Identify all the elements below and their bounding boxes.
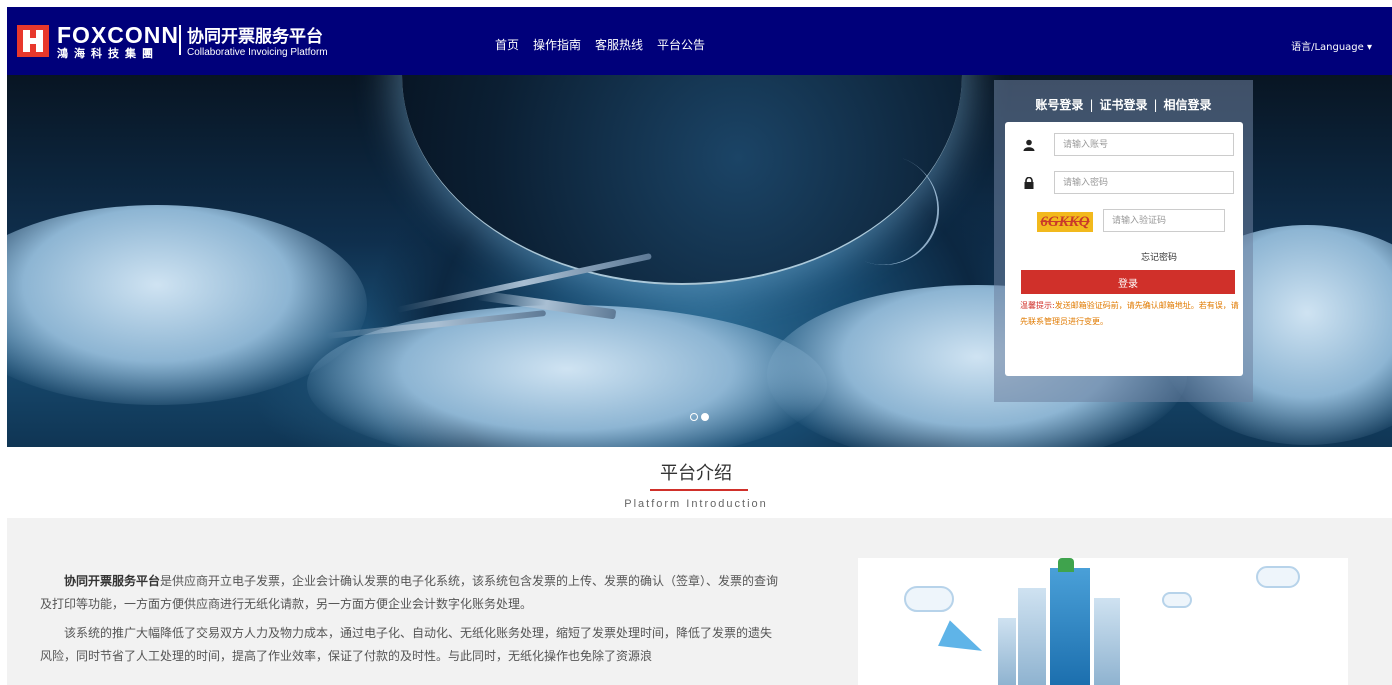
captcha-row: 6GKKQ xyxy=(1005,209,1243,233)
intro-paragraph-1: 协同开票服务平台是供应商开立电子发票，企业会计确认发票的电子化系统，该系统包含发… xyxy=(40,570,780,616)
user-icon xyxy=(1023,139,1035,151)
nav-hotline[interactable]: 客服热线 xyxy=(595,36,643,53)
language-selector[interactable]: 语言/Language ▾ xyxy=(1291,38,1372,53)
foxconn-logo[interactable]: FOXCONN 鴻海科技集團 协同开票服务平台 Collaborative In… xyxy=(17,22,347,60)
foxconn-h-icon xyxy=(17,25,49,57)
tab-account-login[interactable]: 账号登录 xyxy=(1035,98,1083,112)
login-notice: 温馨提示:发送邮箱验证码前，请先确认邮箱地址。若有误，请先联系管理员进行变更。 xyxy=(1020,298,1242,330)
login-tabs: 账号登录 | 证书登录 | 相信登录 xyxy=(994,96,1253,113)
forgot-password-link[interactable]: 忘记密码 xyxy=(1005,250,1243,263)
cloud-icon xyxy=(904,586,954,612)
logo-cn-name: 鴻海科技集團 xyxy=(57,47,159,60)
section-title: 平台介绍 xyxy=(660,463,732,484)
password-row xyxy=(1005,171,1243,195)
building-icon xyxy=(1018,588,1046,685)
cloud-icon xyxy=(1256,566,1300,588)
login-panel: 账号登录 | 证书登录 | 相信登录 6GKKQ 忘记密码 登录 温馨提示:发送邮箱验证… xyxy=(994,80,1253,402)
platform-subtitle: Collaborative Invoicing Platform xyxy=(187,47,328,58)
paper-plane-icon xyxy=(938,620,988,664)
top-header: FOXCONN 鴻海科技集團 协同开票服务平台 Collaborative In… xyxy=(7,7,1392,75)
section-subtitle: Platform Introduction xyxy=(624,498,768,510)
intro-illustration xyxy=(858,558,1348,685)
carousel-dot-1[interactable] xyxy=(690,413,698,421)
login-button[interactable]: 登录 xyxy=(1021,270,1235,294)
login-card: 6GKKQ 忘记密码 登录 温馨提示:发送邮箱验证码前，请先确认邮箱地址。若有误… xyxy=(1005,122,1243,376)
captcha-input[interactable] xyxy=(1103,209,1225,232)
lock-icon xyxy=(1024,177,1034,189)
dollar-building-icon xyxy=(1050,568,1090,685)
tab-separator: | xyxy=(1153,98,1158,112)
tab-separator: | xyxy=(1089,98,1094,112)
section-underline xyxy=(650,489,748,491)
intro-paragraph-2: 该系统的推广大幅降低了交易双方人力及物力成本，通过电子化、自动化、无纸化账务处理… xyxy=(40,626,773,663)
main-nav: 首页 操作指南 客服热线 平台公告 xyxy=(495,36,705,53)
tree-icon xyxy=(1058,558,1074,572)
tab-certificate-login[interactable]: 证书登录 xyxy=(1099,98,1147,112)
carousel-dots xyxy=(690,413,709,421)
platform-title: 协同开票服务平台 xyxy=(187,27,323,47)
cloud-icon xyxy=(1162,592,1192,608)
tab-trust-login[interactable]: 相信登录 xyxy=(1164,98,1212,112)
account-input[interactable] xyxy=(1054,133,1234,156)
nav-guide[interactable]: 操作指南 xyxy=(533,36,581,53)
building-icon xyxy=(1094,598,1120,685)
intro-highlight: 协同开票服务平台 xyxy=(64,574,161,588)
carousel-dot-2[interactable] xyxy=(701,413,709,421)
intro-text: 协同开票服务平台是供应商开立电子发票，企业会计确认发票的电子化系统，该系统包含发… xyxy=(40,570,780,674)
notice-label: 温馨提示: xyxy=(1020,301,1055,310)
captcha-image[interactable]: 6GKKQ xyxy=(1037,212,1093,232)
account-row xyxy=(1005,133,1243,157)
password-input[interactable] xyxy=(1054,171,1234,194)
building-icon xyxy=(998,618,1016,685)
nav-announcement[interactable]: 平台公告 xyxy=(657,36,705,53)
intro-section: 协同开票服务平台是供应商开立电子发票，企业会计确认发票的电子化系统，该系统包含发… xyxy=(7,518,1392,685)
nav-home[interactable]: 首页 xyxy=(495,36,519,53)
logo-divider xyxy=(179,25,181,55)
